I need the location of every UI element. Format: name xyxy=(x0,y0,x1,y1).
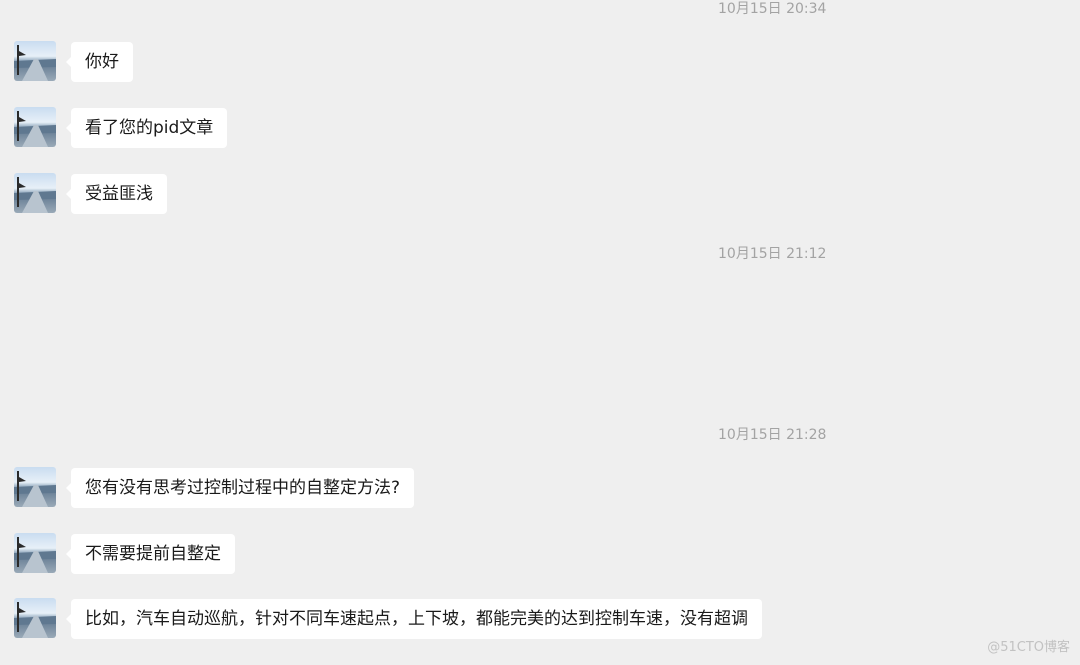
avatar-photo-icon xyxy=(14,602,56,638)
sender-avatar-photo-icon[interactable] xyxy=(14,598,56,638)
message-bubble-4[interactable]: 您有没有思考过控制过程中的自整定方法? xyxy=(65,468,415,508)
timestamp-2: 10月15日 21:12 xyxy=(718,246,827,262)
message-bubble-2[interactable]: 看了您的pid文章 xyxy=(65,108,228,148)
avatar-photo-icon xyxy=(14,471,56,507)
sender-avatar-photo-icon[interactable] xyxy=(14,41,56,81)
message-bubble-3[interactable]: 受益匪浅 xyxy=(66,174,167,214)
avatar-photo-icon xyxy=(14,537,56,573)
message-bubble-5[interactable]: 不需要提前自整定 xyxy=(66,534,235,574)
message-bubble-1[interactable]: 你好 xyxy=(66,42,133,82)
sender-avatar-photo-icon[interactable] xyxy=(14,173,56,213)
avatar-photo-icon xyxy=(14,111,56,147)
avatar-photo-icon xyxy=(14,45,56,81)
avatar-photo-icon xyxy=(14,177,56,213)
sender-avatar-photo-icon[interactable] xyxy=(14,107,56,147)
timestamp-1: 10月15日 20:34 xyxy=(718,1,827,17)
message-bubble-6[interactable]: 比如，汽车自动巡航，针对不同车速起点，上下坡，都能完美的达到控制车速，没有超调 xyxy=(66,599,762,639)
watermark: @51CTO博客 xyxy=(987,640,1070,655)
sender-avatar-photo-icon[interactable] xyxy=(14,533,56,573)
timestamp-3: 10月15日 21:28 xyxy=(718,427,827,443)
sender-avatar-photo-icon[interactable] xyxy=(14,467,56,507)
